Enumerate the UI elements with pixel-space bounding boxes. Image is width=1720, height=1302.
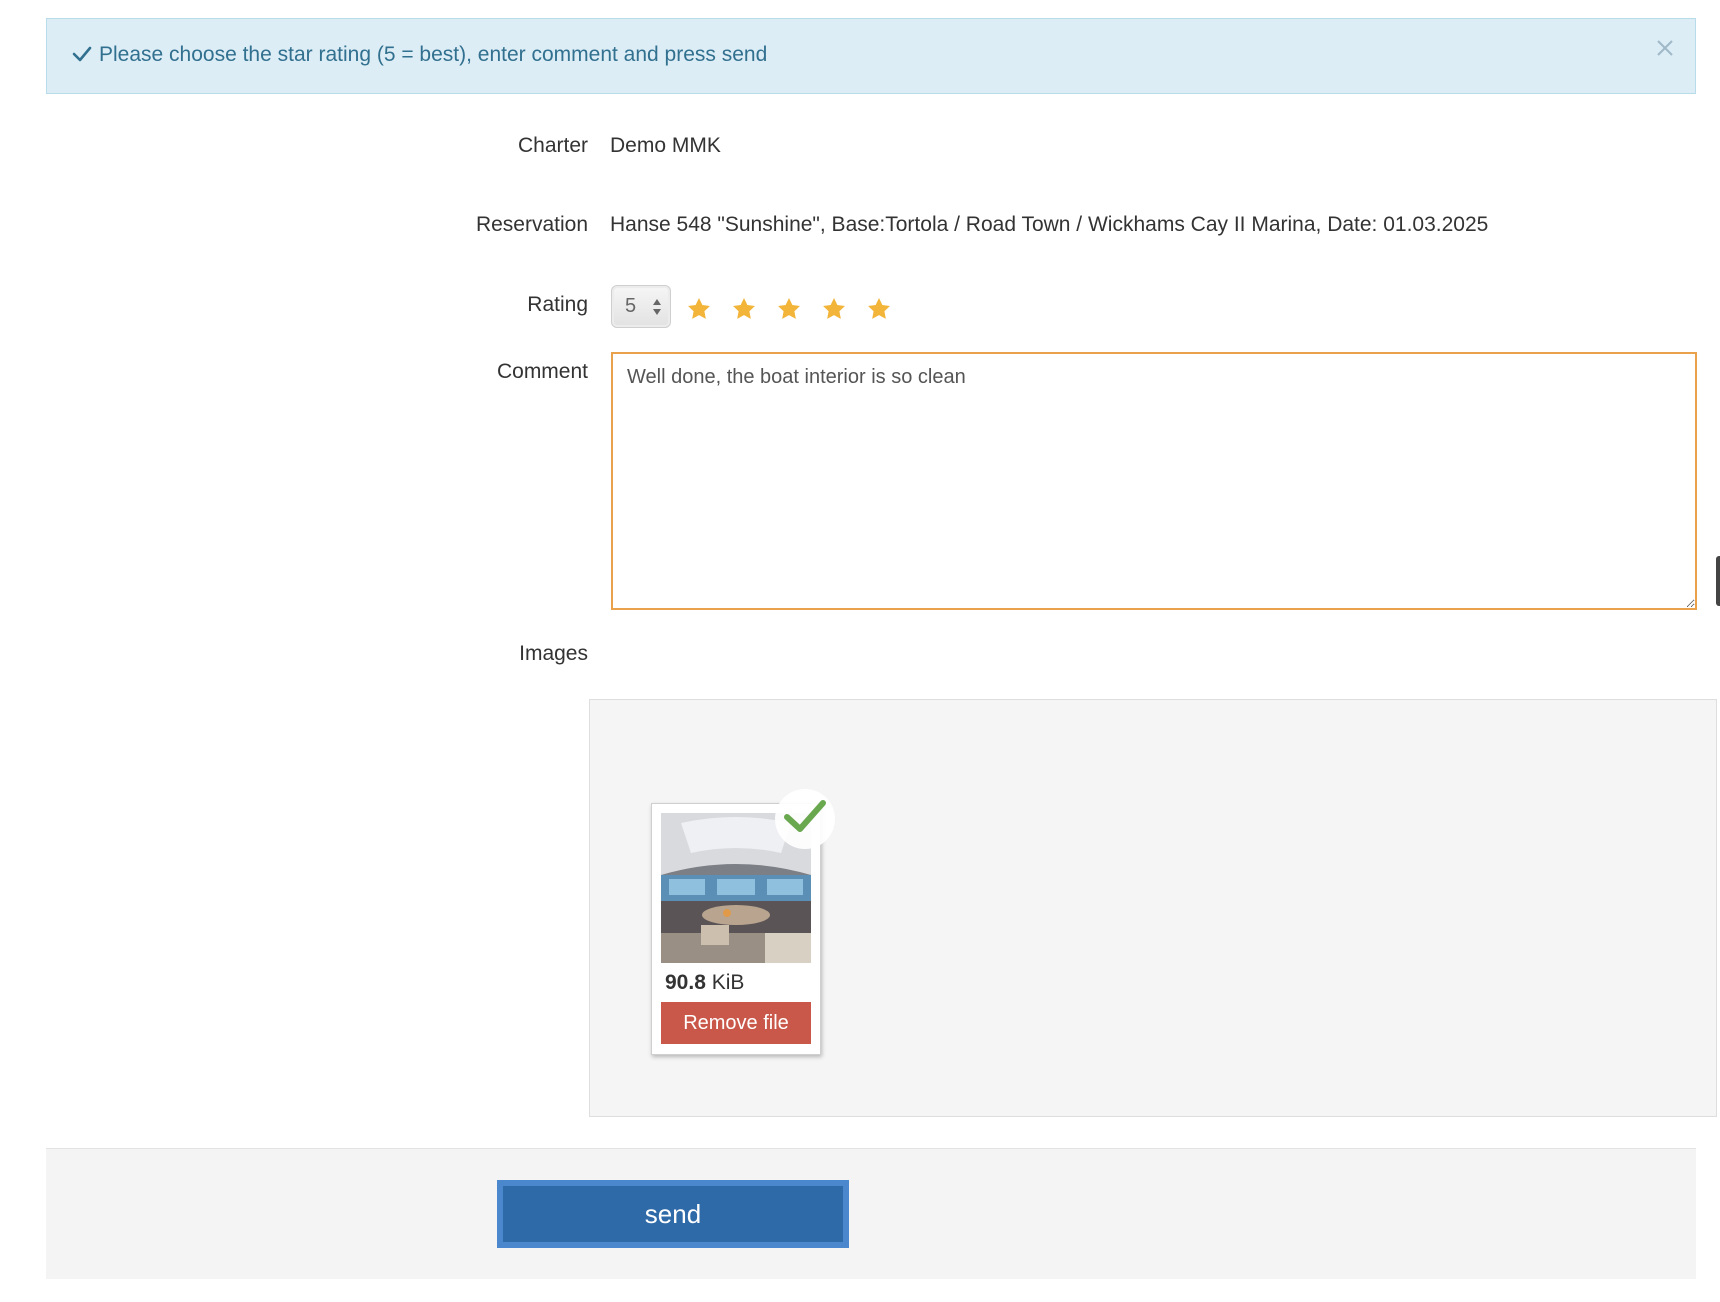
rating-select-value: 5 bbox=[625, 295, 637, 317]
star-icon[interactable] bbox=[686, 296, 712, 322]
charter-value: Demo MMK bbox=[610, 134, 721, 157]
file-size-unit: KiB bbox=[711, 971, 745, 994]
check-icon bbox=[71, 43, 93, 65]
star-icon[interactable] bbox=[776, 296, 802, 322]
send-button[interactable]: send bbox=[497, 1180, 849, 1248]
star-icon[interactable] bbox=[821, 296, 847, 322]
file-size-value: 90.8 bbox=[665, 971, 706, 994]
form-footer bbox=[46, 1148, 1696, 1279]
charter-label: Charter bbox=[517, 134, 588, 157]
rating-label: Rating bbox=[527, 293, 588, 316]
star-icon[interactable] bbox=[866, 296, 892, 322]
comment-label: Comment bbox=[496, 360, 588, 383]
side-scroll-handle[interactable] bbox=[1716, 556, 1720, 606]
close-icon[interactable] bbox=[1655, 38, 1675, 58]
remove-file-button[interactable]: Remove file bbox=[661, 1002, 811, 1044]
file-size: 90.8 KiB bbox=[665, 971, 744, 995]
reservation-value: Hanse 548 "Sunshine", Base:Tortola / Roa… bbox=[610, 213, 1489, 236]
alert-message: Please choose the star rating (5 = best)… bbox=[99, 43, 768, 66]
star-icon[interactable] bbox=[731, 296, 757, 322]
select-arrows-icon bbox=[652, 298, 662, 316]
images-label: Images bbox=[519, 642, 588, 665]
info-alert: Please choose the star rating (5 = best)… bbox=[46, 18, 1696, 94]
reservation-label: Reservation bbox=[475, 213, 588, 236]
rating-select[interactable]: 5 bbox=[611, 285, 671, 328]
comment-textarea[interactable]: Well done, the boat interior is so clean bbox=[611, 352, 1697, 610]
upload-success-icon bbox=[775, 789, 835, 849]
